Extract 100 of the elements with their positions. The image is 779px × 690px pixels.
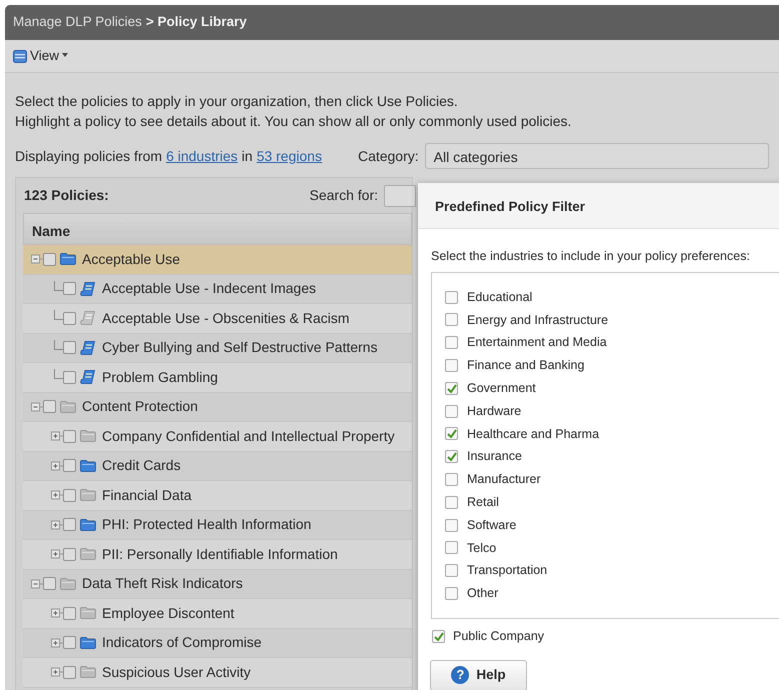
industry-label[interactable]: Insurance (467, 447, 522, 466)
checkbox[interactable] (445, 496, 458, 509)
tree-row[interactable]: Acceptable Use (23, 245, 412, 274)
tree-label: Credit Cards (102, 456, 181, 476)
checkbox[interactable] (445, 404, 458, 418)
policy-count: 123 Policies: (24, 186, 109, 205)
tree-label: PHI: Protected Health Information (102, 515, 312, 534)
tree-row[interactable]: Problem Gambling (23, 363, 412, 392)
checkbox[interactable] (63, 488, 76, 502)
expand-icon[interactable] (51, 458, 63, 473)
expand-icon[interactable] (51, 636, 63, 650)
industry-label[interactable]: Entertainment and Media (467, 333, 607, 352)
checkbox[interactable] (63, 312, 76, 325)
help-icon: ? (451, 666, 470, 684)
checkbox[interactable] (63, 548, 76, 561)
checkbox[interactable] (445, 564, 458, 578)
tree-row[interactable]: Acceptable Use - Obscenities & Racism (23, 304, 412, 334)
industry-label[interactable]: Transportation (467, 561, 548, 580)
instruction-text: Select the policies to apply in your organization, then click Use Policies. (15, 92, 459, 111)
checkbox[interactable] (445, 359, 458, 372)
branch-line-icon (54, 369, 63, 380)
regions-link[interactable]: 53 regions (256, 146, 322, 166)
checkbox[interactable] (63, 430, 76, 443)
checkbox[interactable] (63, 282, 76, 296)
tree-label: Problem Gambling (102, 368, 218, 387)
expand-icon[interactable] (51, 429, 63, 444)
tree-row[interactable]: Suspicious User Activity (23, 658, 412, 688)
tree-row[interactable]: Acceptable Use - Indecent Images (23, 274, 412, 304)
help-button[interactable]: ? Help (430, 660, 527, 690)
expand-icon[interactable] (51, 606, 63, 620)
tree-row[interactable]: Data Theft Risk Indicators (23, 570, 412, 599)
checkbox[interactable] (43, 400, 56, 414)
tree-label: Acceptable Use - Obscenities & Racism (102, 308, 350, 328)
checkbox[interactable] (63, 636, 76, 650)
tree-label: PII: Personally Identifiable Information (102, 544, 338, 564)
industry-label[interactable]: Retail (467, 492, 499, 512)
category-select[interactable]: All categories (424, 143, 769, 169)
tree-label: Data Theft Risk Indicators (82, 574, 243, 594)
industry-label[interactable]: Hardware (467, 402, 522, 420)
breadcrumb-link[interactable]: Manage DLP Policies (13, 12, 142, 33)
tree-label: Cyber Bullying and Self Destructive Patterns (102, 338, 378, 358)
tree-row[interactable]: Indicators of Compromise (23, 628, 412, 658)
tree-row[interactable]: Content Protection (23, 392, 412, 422)
industry-label[interactable]: Telco (467, 538, 496, 558)
tree-row[interactable]: PII: Personally Identifiable Information (23, 540, 412, 570)
collapse-icon[interactable] (31, 400, 43, 414)
search-field[interactable] (384, 184, 416, 206)
collapse-icon[interactable] (31, 576, 43, 591)
tree-row[interactable]: Employee Discontent (23, 599, 412, 628)
public-company-label[interactable]: Public Company (453, 626, 544, 646)
checkbox[interactable] (445, 473, 458, 486)
industry-label[interactable]: Finance and Banking (467, 356, 584, 375)
industry-label[interactable]: Healthcare and Pharma (467, 424, 600, 444)
tree-row[interactable]: Cyber Bullying and Self Destructive Patterns (23, 334, 412, 363)
scope-text: Displaying policies from (15, 146, 162, 166)
checkbox[interactable] (63, 370, 76, 384)
checkbox[interactable] (43, 577, 56, 590)
prompt-text: Select the industries to include in your policy preferences: (430, 248, 751, 265)
checkbox[interactable] (445, 313, 458, 326)
checkbox[interactable] (445, 541, 458, 554)
industry-label[interactable]: Software (467, 516, 516, 534)
checkbox[interactable] (43, 252, 56, 266)
industry-label[interactable]: Other (467, 584, 498, 603)
expand-icon[interactable] (51, 488, 63, 502)
industry-label[interactable]: Manufacturer (467, 470, 541, 489)
branch-line-icon (54, 310, 63, 320)
expand-icon[interactable] (51, 518, 63, 532)
tree-row[interactable]: Company Confidential and Intellectual Property (23, 422, 412, 452)
tree-row[interactable]: PHI: Protected Health Information (23, 510, 412, 540)
checkbox[interactable] (63, 518, 76, 532)
tree-row[interactable]: Credit Cards (23, 452, 412, 481)
checkbox[interactable] (445, 290, 458, 304)
checkbox[interactable] (445, 587, 458, 600)
industry-label[interactable]: Educational (467, 288, 532, 307)
checkbox[interactable] (445, 336, 458, 350)
checkbox[interactable] (432, 630, 445, 643)
checkbox[interactable] (63, 459, 76, 472)
checkbox[interactable] (445, 518, 458, 532)
checkbox[interactable] (445, 427, 458, 440)
expand-icon[interactable] (51, 547, 63, 562)
industry-label[interactable]: Energy and Infrastructure (467, 310, 608, 330)
checkbox[interactable] (63, 666, 76, 679)
checkbox[interactable] (63, 606, 76, 620)
search-label: Search for: (310, 186, 378, 205)
view-menu-button[interactable]: View (11, 44, 70, 68)
collapse-icon[interactable] (31, 252, 43, 266)
tree-label: Employee Discontent (102, 604, 234, 623)
tree-row[interactable]: Financial Data (23, 481, 412, 510)
tree-label: Indicators of Compromise (102, 633, 262, 652)
industries-link[interactable]: 6 industries (166, 146, 238, 166)
column-header[interactable]: Name (23, 213, 412, 245)
industry-label[interactable]: Government (467, 378, 536, 398)
checkbox[interactable] (63, 341, 76, 354)
tree-label: Financial Data (102, 486, 192, 505)
checkbox[interactable] (445, 382, 458, 395)
list-icon (13, 50, 27, 62)
dialog-title: Predefined Policy Filter (418, 183, 779, 229)
checkbox[interactable] (445, 450, 458, 464)
tree-label: Company Confidential and Intellectual Property (102, 426, 395, 446)
expand-icon[interactable] (51, 665, 63, 680)
